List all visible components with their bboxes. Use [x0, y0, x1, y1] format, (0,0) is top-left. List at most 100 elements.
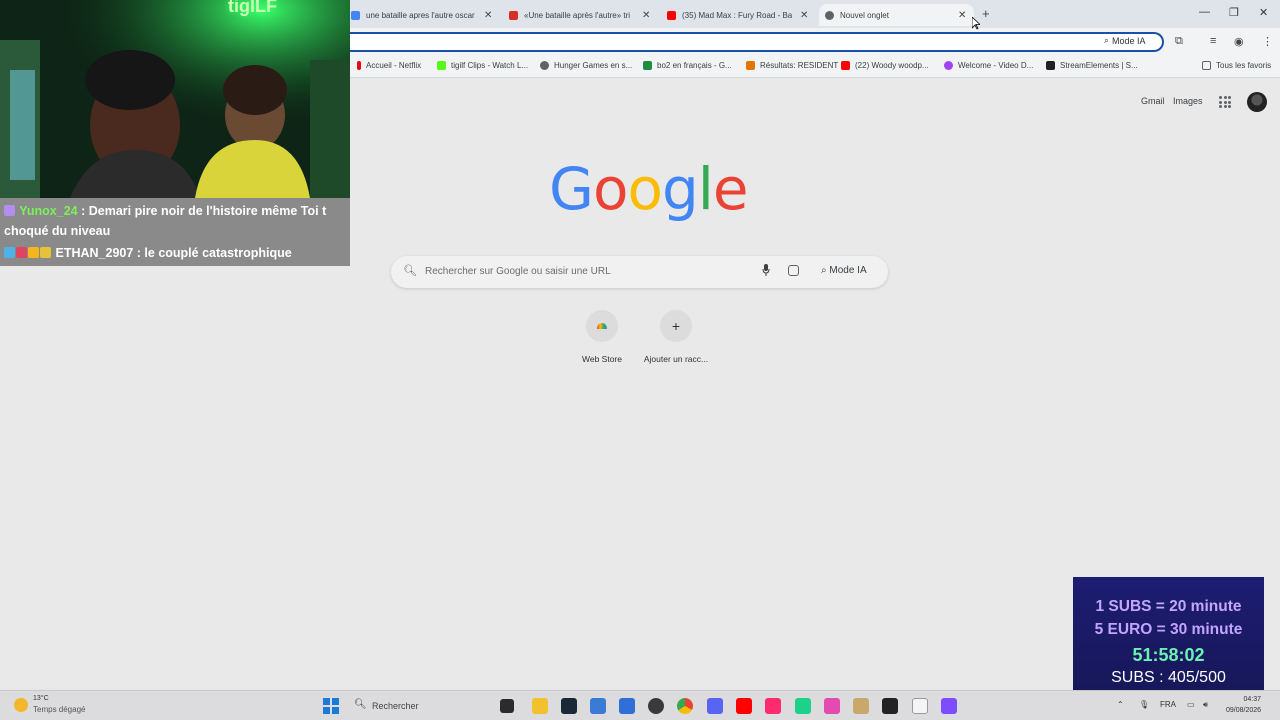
shortcut-label: Ajouter un racc...	[643, 354, 709, 364]
bookmark-woody[interactable]: (22) Woody woodp...	[841, 61, 929, 70]
bookmark-streamelements[interactable]: StreamElements | S...	[1046, 61, 1138, 70]
chrome-icon[interactable]	[677, 698, 693, 714]
shortcut-web-store[interactable]: Web Store	[562, 310, 642, 364]
calculator-icon[interactable]	[941, 698, 957, 714]
google-icon	[351, 10, 360, 20]
globe-icon	[540, 61, 549, 70]
chat-text: : le couplé catastrophique	[133, 246, 292, 260]
close-icon[interactable]: ✕	[800, 10, 808, 21]
apps-grid-icon[interactable]	[1219, 96, 1231, 108]
subs-rate: 1 SUBS = 20 minute	[1095, 598, 1242, 615]
app-icon[interactable]	[824, 698, 840, 714]
youtube-icon	[841, 61, 850, 70]
tab-google-search[interactable]: une bataille apres l'autre oscar ✕	[345, 4, 498, 26]
avatar[interactable]	[1247, 92, 1267, 112]
youtube-icon[interactable]	[736, 698, 752, 714]
microphone-icon[interactable]: 🎙︎	[1139, 700, 1149, 709]
search-input[interactable]: Rechercher sur Google ou saisir une URL	[425, 266, 611, 277]
tab-article[interactable]: «Une bataille après l'autre» tri ✕	[503, 4, 656, 26]
minimize-icon[interactable]: —	[1199, 6, 1210, 18]
tab-new-tab[interactable]: Nouvel onglet ✕	[819, 4, 974, 26]
mode-ia-label: Mode IA	[1112, 35, 1146, 46]
bookmark-label: tigilf Clips - Watch L...	[451, 61, 529, 70]
game-icon[interactable]	[853, 698, 869, 714]
images-link[interactable]: Images	[1173, 96, 1203, 106]
tab-title: (35) Mad Max : Fury Road - Ba	[682, 10, 792, 20]
mail-icon[interactable]	[619, 698, 635, 714]
chat-message: ETHAN_2907 : le couplé catastrophique	[0, 240, 350, 266]
video-icon	[944, 61, 953, 70]
microphone-icon[interactable]	[762, 264, 770, 276]
bookmark-resident[interactable]: Résultats: RESIDENT	[746, 61, 838, 70]
profile-icon[interactable]: ◉	[1234, 35, 1244, 48]
gem-badge-icon	[4, 247, 15, 258]
bookmark-hunger-games[interactable]: Hunger Games en s...	[540, 61, 632, 70]
close-window-icon[interactable]: ✕	[1259, 6, 1268, 19]
discord-icon[interactable]	[707, 698, 723, 714]
logo-letter: l	[697, 155, 714, 223]
audio-app-icon[interactable]	[795, 698, 811, 714]
streamelements-icon	[1046, 61, 1055, 70]
coin-badge-icon	[28, 247, 39, 258]
menu-kebab-icon[interactable]: ⋮	[1262, 35, 1273, 48]
new-tab-icon[interactable]: +	[982, 6, 990, 21]
taskbar-search[interactable]: 🔍︎ Rechercher	[348, 696, 488, 716]
close-icon[interactable]: ✕	[958, 10, 966, 21]
webcam-feed	[0, 0, 350, 198]
chevron-up-icon[interactable]: ⌃	[1117, 700, 1124, 709]
logo-letter: o	[592, 155, 628, 223]
tab-youtube[interactable]: (35) Mad Max : Fury Road - Ba ✕	[661, 4, 814, 26]
google-search-box[interactable]: 🔍︎ Rechercher sur Google ou saisir une U…	[391, 256, 888, 288]
subs-counter: SUBS : 405/500	[1111, 669, 1226, 686]
clock[interactable]: 04:37 09/08/2026	[1226, 694, 1261, 716]
arrow-icon	[746, 61, 755, 70]
search-icon: 🔍︎	[403, 265, 417, 277]
extensions-icon[interactable]: ⧉	[1175, 35, 1183, 48]
mode-ia-button[interactable]: ⌕ Mode IA	[1104, 35, 1146, 46]
chat-username: Yunox_24	[19, 204, 78, 218]
network-icon[interactable]: ▭	[1187, 700, 1195, 709]
heart-badge-icon	[16, 247, 27, 258]
google-lens-icon[interactable]	[788, 265, 799, 276]
bookmark-netflix[interactable]: Accueil - Netflix	[357, 61, 421, 70]
bookmark-tigilf-clips[interactable]: tigilf Clips - Watch L...	[437, 61, 528, 70]
steam-icon[interactable]	[561, 698, 577, 714]
tab-title: une bataille apres l'autre oscar	[366, 10, 475, 20]
address-bar[interactable]	[350, 32, 1164, 52]
google-logo: Google	[549, 160, 749, 218]
file-explorer-icon[interactable]	[532, 698, 548, 714]
taskbar-search-placeholder: Rechercher	[372, 701, 419, 711]
volume-icon[interactable]: 🔊︎	[1203, 700, 1208, 710]
temperature: 13°C	[33, 695, 49, 702]
moon-weather-icon	[14, 698, 28, 712]
media-controls-icon[interactable]: ≡	[1210, 35, 1216, 47]
store-icon[interactable]	[590, 698, 606, 714]
restore-icon[interactable]: ❐	[1229, 6, 1239, 19]
tab-title: Nouvel onglet	[840, 10, 889, 20]
windows-start-icon[interactable]	[323, 698, 339, 714]
shortcut-add[interactable]: + Ajouter un racc...	[636, 310, 716, 364]
close-icon[interactable]: ✕	[484, 10, 492, 21]
shortcut-label: Web Store	[581, 354, 622, 364]
bookmark-label: Résultats: RESIDENT	[760, 61, 839, 70]
notepad-icon[interactable]	[912, 698, 928, 714]
task-view-icon[interactable]	[500, 699, 514, 713]
bookmark-label: (22) Woody woodp...	[855, 61, 929, 70]
epic-games-icon[interactable]	[882, 698, 898, 714]
neon-logo: tigILF	[228, 0, 277, 16]
gmail-link[interactable]: Gmail	[1141, 96, 1165, 106]
close-icon[interactable]: ✕	[642, 10, 650, 21]
all-bookmarks[interactable]: Tous les favoris	[1202, 61, 1271, 70]
obs-icon[interactable]	[648, 698, 664, 714]
tiktok-icon[interactable]	[765, 698, 781, 714]
bookmark-label: bo2 en français - G...	[657, 61, 732, 70]
bookmark-welcome[interactable]: Welcome - Video D...	[944, 61, 1033, 70]
folder-icon	[1202, 61, 1211, 70]
google-drive-icon	[643, 61, 652, 70]
clock-date: 09/08/2026	[1226, 707, 1262, 714]
bookmark-bo2[interactable]: bo2 en français - G...	[643, 61, 732, 70]
mode-ia-text: Mode IA	[829, 265, 867, 276]
netflix-icon	[357, 61, 361, 70]
mode-ia-search-button[interactable]: ⌕ Mode IA	[821, 265, 867, 276]
language-indicator[interactable]: FRA	[1160, 700, 1176, 709]
